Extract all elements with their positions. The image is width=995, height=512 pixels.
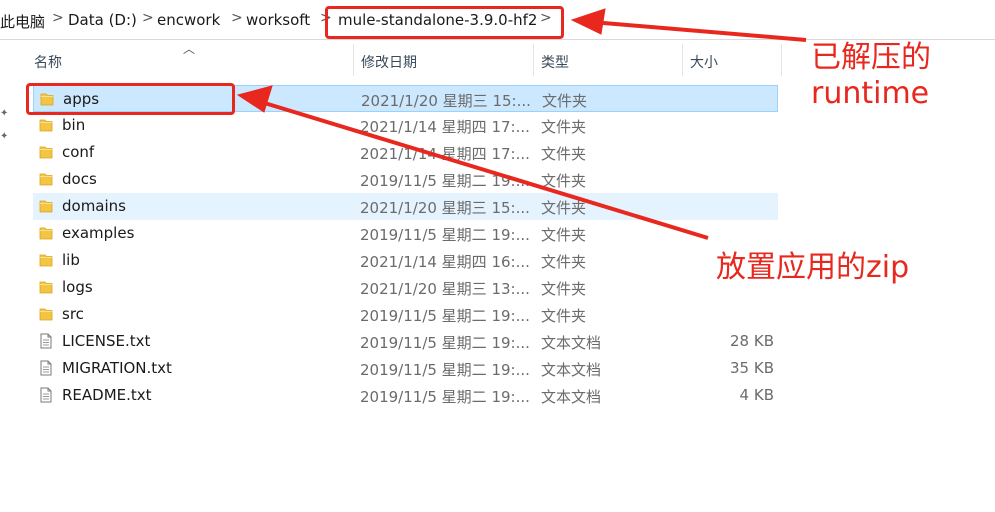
annotation-runtime-line2: runtime <box>811 76 930 111</box>
annotation-runtime-line1: 已解压的 <box>811 40 931 75</box>
arrowhead-zip <box>236 85 273 113</box>
arrow-line-zip <box>257 99 709 240</box>
annotation-zip-note: 放置应用的zip <box>716 250 910 285</box>
arrow-line-runtime <box>591 20 807 42</box>
arrowhead-runtime <box>570 8 606 35</box>
